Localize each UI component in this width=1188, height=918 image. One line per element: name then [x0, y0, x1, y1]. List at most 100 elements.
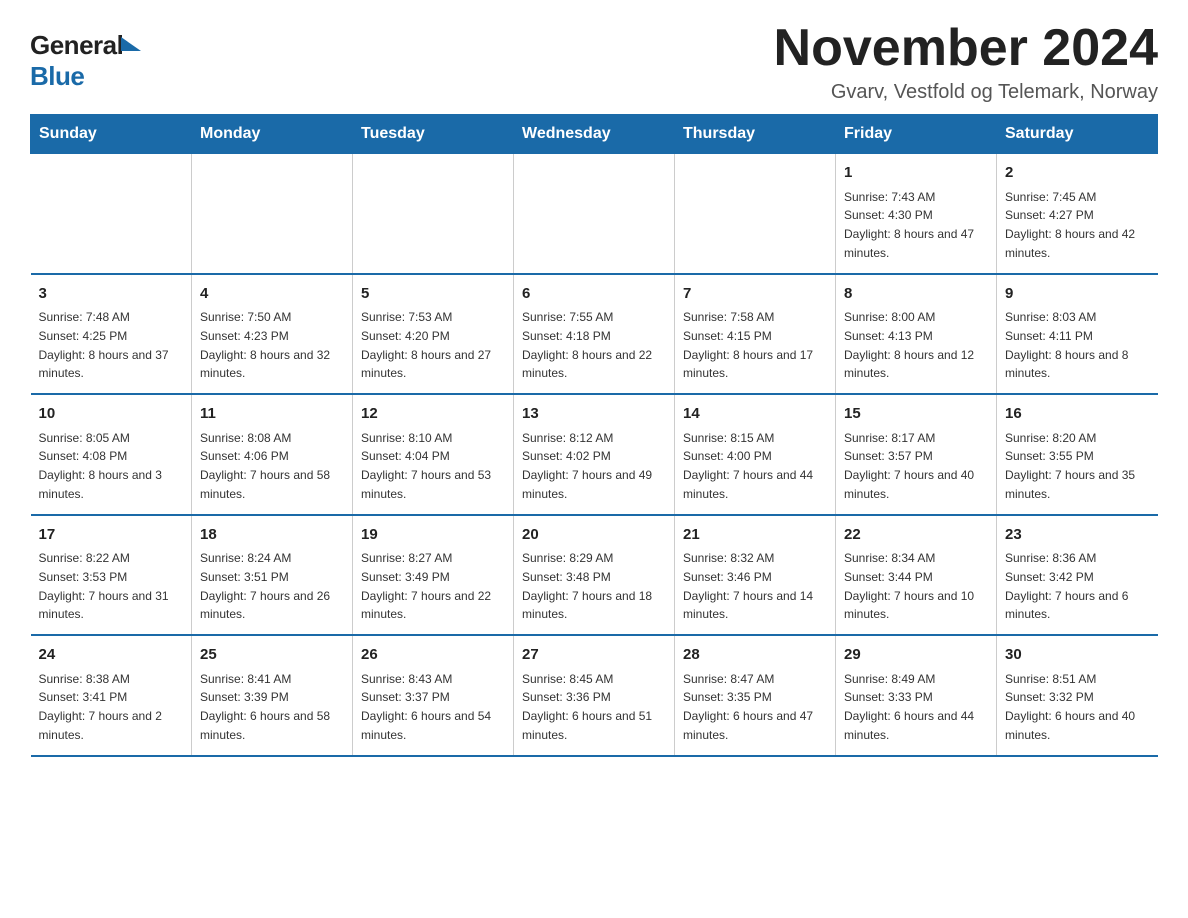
calendar-day-cell: 7Sunrise: 7:58 AMSunset: 4:15 PMDaylight…: [675, 274, 836, 395]
calendar-day-cell: 6 Sunrise: 7:55 AMSunset: 4:18 PMDaylight…: [514, 274, 675, 395]
day-info-text: Sunrise: 8:43 AMSunset: 3:37 PMDaylight:…: [361, 672, 491, 742]
day-info-text: Sunrise: 8:32 AMSunset: 3:46 PMDaylight:…: [683, 551, 813, 621]
calendar-day-cell: [31, 154, 192, 274]
calendar-day-cell: 1 Sunrise: 7:43 AMSunset: 4:30 PMDaylight…: [836, 154, 997, 274]
day-of-week-header: Monday: [192, 115, 353, 154]
day-number: 5: [361, 283, 505, 306]
day-info-text: Sunrise: 7:48 AMSunset: 4:25 PMDaylight:…: [39, 310, 169, 380]
day-of-week-header: Saturday: [997, 115, 1158, 154]
day-number: 30: [1005, 644, 1150, 667]
calendar-day-cell: 16 Sunrise: 8:20 AMSunset: 3:55 PMDayligh…: [997, 394, 1158, 515]
day-number: 14: [683, 403, 827, 426]
title-area: November 2024 Gvarv, Vestfold og Telemar…: [774, 20, 1158, 104]
day-number: 27: [522, 644, 666, 667]
calendar-day-cell: [675, 154, 836, 274]
day-number: 11: [200, 403, 344, 426]
calendar-day-cell: [192, 154, 353, 274]
day-number: 28: [683, 644, 827, 667]
day-number: 2: [1005, 162, 1150, 185]
day-number: 18: [200, 524, 344, 547]
day-info-text: Sunrise: 8:12 AMSunset: 4:02 PMDaylight:…: [522, 431, 652, 501]
day-info-text: Sunrise: 8:24 AMSunset: 3:51 PMDaylight:…: [200, 551, 330, 621]
calendar-day-cell: 20Sunrise: 8:29 AMSunset: 3:48 PMDayligh…: [514, 515, 675, 636]
calendar-day-cell: [514, 154, 675, 274]
day-info-text: Sunrise: 8:15 AMSunset: 4:00 PMDaylight:…: [683, 431, 813, 501]
logo-arrow-icon: [121, 37, 141, 51]
day-info-text: Sunrise: 8:20 AMSunset: 3:55 PMDaylight:…: [1005, 431, 1135, 501]
logo: General Blue: [30, 30, 141, 92]
day-info-text: Sunrise: 8:27 AMSunset: 3:49 PMDaylight:…: [361, 551, 491, 621]
day-number: 6: [522, 283, 666, 306]
calendar-day-cell: 13 Sunrise: 8:12 AMSunset: 4:02 PMDayligh…: [514, 394, 675, 515]
day-info-text: Sunrise: 8:47 AMSunset: 3:35 PMDaylight:…: [683, 672, 813, 742]
day-number: 23: [1005, 524, 1150, 547]
calendar-day-cell: 12Sunrise: 8:10 AMSunset: 4:04 PMDayligh…: [353, 394, 514, 515]
day-info-text: Sunrise: 8:49 AMSunset: 3:33 PMDaylight:…: [844, 672, 974, 742]
calendar-day-cell: 26 Sunrise: 8:43 AMSunset: 3:37 PMDayligh…: [353, 635, 514, 756]
day-info-text: Sunrise: 8:41 AMSunset: 3:39 PMDaylight:…: [200, 672, 330, 742]
day-number: 26: [361, 644, 505, 667]
calendar-day-cell: 3 Sunrise: 7:48 AMSunset: 4:25 PMDaylight…: [31, 274, 192, 395]
calendar-day-cell: 2 Sunrise: 7:45 AMSunset: 4:27 PMDaylight…: [997, 154, 1158, 274]
calendar-day-cell: 8Sunrise: 8:00 AMSunset: 4:13 PMDaylight…: [836, 274, 997, 395]
day-info-text: Sunrise: 8:34 AMSunset: 3:44 PMDaylight:…: [844, 551, 974, 621]
day-of-week-header: Friday: [836, 115, 997, 154]
calendar-day-cell: 17 Sunrise: 8:22 AMSunset: 3:53 PMDayligh…: [31, 515, 192, 636]
calendar-day-cell: 4 Sunrise: 7:50 AMSunset: 4:23 PMDaylight…: [192, 274, 353, 395]
calendar-week-row: 10 Sunrise: 8:05 AMSunset: 4:08 PMDayligh…: [31, 394, 1158, 515]
day-info-text: Sunrise: 8:05 AMSunset: 4:08 PMDaylight:…: [39, 431, 162, 501]
day-number: 3: [39, 283, 184, 306]
logo-general-text: General: [30, 30, 123, 61]
day-info-text: Sunrise: 8:08 AMSunset: 4:06 PMDaylight:…: [200, 431, 330, 501]
day-number: 21: [683, 524, 827, 547]
calendar-day-cell: 5Sunrise: 7:53 AMSunset: 4:20 PMDaylight…: [353, 274, 514, 395]
day-number: 1: [844, 162, 988, 185]
calendar-day-cell: 25 Sunrise: 8:41 AMSunset: 3:39 PMDayligh…: [192, 635, 353, 756]
calendar-day-cell: 23 Sunrise: 8:36 AMSunset: 3:42 PMDayligh…: [997, 515, 1158, 636]
day-info-text: Sunrise: 8:51 AMSunset: 3:32 PMDaylight:…: [1005, 672, 1135, 742]
calendar-day-cell: 19 Sunrise: 8:27 AMSunset: 3:49 PMDayligh…: [353, 515, 514, 636]
day-number: 16: [1005, 403, 1150, 426]
location-title: Gvarv, Vestfold og Telemark, Norway: [774, 81, 1158, 104]
day-number: 8: [844, 283, 988, 306]
day-of-week-header: Tuesday: [353, 115, 514, 154]
day-number: 19: [361, 524, 505, 547]
header: General Blue November 2024 Gvarv, Vestfo…: [30, 20, 1158, 104]
day-number: 10: [39, 403, 184, 426]
calendar-day-cell: 22 Sunrise: 8:34 AMSunset: 3:44 PMDayligh…: [836, 515, 997, 636]
day-info-text: Sunrise: 8:36 AMSunset: 3:42 PMDaylight:…: [1005, 551, 1128, 621]
calendar-day-cell: 29Sunrise: 8:49 AMSunset: 3:33 PMDayligh…: [836, 635, 997, 756]
day-info-text: Sunrise: 8:29 AMSunset: 3:48 PMDaylight:…: [522, 551, 652, 621]
day-number: 25: [200, 644, 344, 667]
day-info-text: Sunrise: 7:43 AMSunset: 4:30 PMDaylight:…: [844, 190, 974, 260]
calendar-day-cell: 9 Sunrise: 8:03 AMSunset: 4:11 PMDaylight…: [997, 274, 1158, 395]
day-info-text: Sunrise: 8:22 AMSunset: 3:53 PMDaylight:…: [39, 551, 169, 621]
calendar-week-row: 1 Sunrise: 7:43 AMSunset: 4:30 PMDaylight…: [31, 154, 1158, 274]
day-info-text: Sunrise: 7:45 AMSunset: 4:27 PMDaylight:…: [1005, 190, 1135, 260]
day-info-text: Sunrise: 8:03 AMSunset: 4:11 PMDaylight:…: [1005, 310, 1128, 380]
day-info-text: Sunrise: 7:50 AMSunset: 4:23 PMDaylight:…: [200, 310, 330, 380]
day-number: 13: [522, 403, 666, 426]
calendar-week-row: 3 Sunrise: 7:48 AMSunset: 4:25 PMDaylight…: [31, 274, 1158, 395]
calendar-day-cell: 21 Sunrise: 8:32 AMSunset: 3:46 PMDayligh…: [675, 515, 836, 636]
calendar-day-cell: 10 Sunrise: 8:05 AMSunset: 4:08 PMDayligh…: [31, 394, 192, 515]
day-number: 15: [844, 403, 988, 426]
calendar-day-cell: 14 Sunrise: 8:15 AMSunset: 4:00 PMDayligh…: [675, 394, 836, 515]
month-title: November 2024: [774, 20, 1158, 77]
day-info-text: Sunrise: 8:17 AMSunset: 3:57 PMDaylight:…: [844, 431, 974, 501]
calendar-day-cell: 30 Sunrise: 8:51 AMSunset: 3:32 PMDayligh…: [997, 635, 1158, 756]
day-info-text: Sunrise: 7:55 AMSunset: 4:18 PMDaylight:…: [522, 310, 652, 380]
day-number: 17: [39, 524, 184, 547]
calendar-day-cell: [353, 154, 514, 274]
day-number: 12: [361, 403, 505, 426]
day-info-text: Sunrise: 8:38 AMSunset: 3:41 PMDaylight:…: [39, 672, 162, 742]
calendar-day-cell: 28 Sunrise: 8:47 AMSunset: 3:35 PMDayligh…: [675, 635, 836, 756]
calendar-week-row: 17 Sunrise: 8:22 AMSunset: 3:53 PMDayligh…: [31, 515, 1158, 636]
calendar-day-cell: 11 Sunrise: 8:08 AMSunset: 4:06 PMDayligh…: [192, 394, 353, 515]
day-number: 9: [1005, 283, 1150, 306]
day-number: 4: [200, 283, 344, 306]
calendar-day-cell: 15 Sunrise: 8:17 AMSunset: 3:57 PMDayligh…: [836, 394, 997, 515]
day-number: 22: [844, 524, 988, 547]
day-info-text: Sunrise: 8:45 AMSunset: 3:36 PMDaylight:…: [522, 672, 652, 742]
day-number: 24: [39, 644, 184, 667]
